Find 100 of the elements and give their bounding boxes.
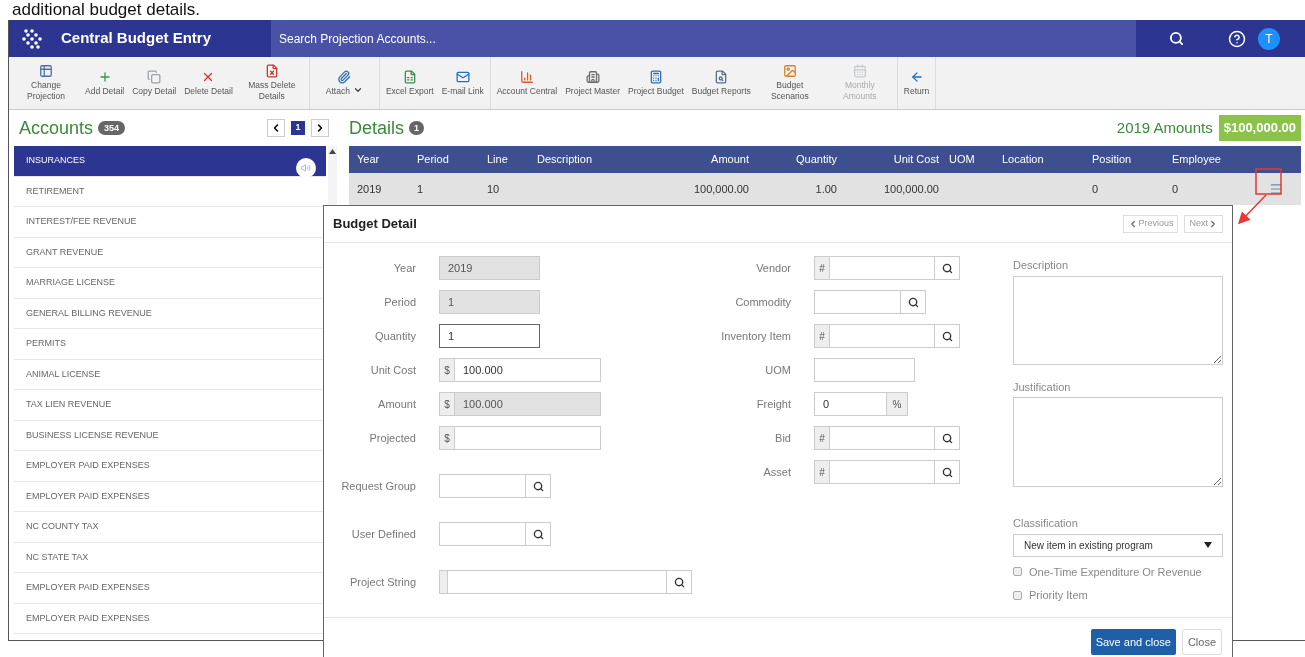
count-badge: 354	[98, 121, 126, 135]
search-icon	[532, 480, 544, 492]
picture-frame-icon	[782, 64, 797, 78]
table-cell-text: 0	[1171, 181, 1180, 197]
toolbar-button[interactable]: Mass Delete Details	[236, 57, 307, 109]
input-field[interactable]: 1	[439, 324, 540, 348]
arrow-left-icon	[909, 69, 924, 84]
search-button[interactable]	[900, 290, 926, 314]
search-button[interactable]	[934, 256, 960, 280]
copy-icon	[147, 69, 162, 84]
input-field[interactable]	[814, 358, 915, 382]
description-label: Description	[1013, 258, 1070, 273]
menu-icon[interactable]	[1269, 182, 1283, 196]
checkbox[interactable]	[1013, 567, 1022, 577]
field-label: Asset	[762, 464, 791, 480]
sound-icon[interactable]	[296, 157, 317, 178]
previous-page-button[interactable]	[267, 119, 285, 137]
input-addon: %	[886, 392, 908, 416]
field-label: Inventory Item	[720, 328, 791, 344]
toolbar-button[interactable]: Copy Detail	[128, 57, 181, 109]
bar-chart-icon	[519, 69, 534, 84]
field-label: User Defined	[350, 526, 416, 542]
table-cell-text: 100,000.00	[882, 181, 939, 197]
next-page-button[interactable]	[311, 119, 329, 137]
checkbox-label: One-Time Expenditure Or Revenue	[1029, 564, 1202, 580]
field-label: Request Group	[340, 478, 416, 494]
input-field[interactable]	[814, 290, 901, 314]
input-field[interactable]	[829, 460, 935, 484]
input-addon: #	[814, 426, 830, 450]
close-button[interactable]: Close	[1181, 629, 1222, 655]
input-field[interactable]	[829, 256, 935, 280]
field-label: Project String	[348, 574, 416, 590]
page-number[interactable]: 1	[291, 121, 305, 135]
justification-label: Justification	[1013, 379, 1072, 395]
table-row[interactable]: 2019 1 10 100,000.00 1.00 100,000.00 0 0	[349, 173, 1301, 205]
search-button[interactable]	[525, 474, 551, 498]
input-addon: $	[439, 392, 455, 416]
search-button[interactable]	[934, 460, 960, 484]
input-addon: #	[814, 460, 830, 484]
caption-text: additional budget details.	[11, 0, 202, 20]
dropdown-caret-icon	[1204, 542, 1212, 548]
checkbox[interactable]	[1013, 590, 1022, 600]
input-addon: #	[814, 256, 830, 280]
toolbar-button[interactable]: Budget Reports	[687, 57, 755, 109]
field-label: Vendor	[755, 260, 791, 276]
search-icon	[941, 466, 953, 478]
help-icon[interactable]	[1228, 29, 1246, 48]
toolbar-button[interactable]: Account Central	[492, 57, 562, 109]
search-button[interactable]	[666, 570, 692, 594]
description-field[interactable]	[1013, 275, 1223, 365]
input-field[interactable]	[439, 474, 526, 498]
field-label: Quantity	[374, 328, 416, 344]
toolbar-button[interactable]: E-mail Link	[437, 57, 488, 109]
file-cross-icon	[264, 64, 279, 78]
toolbar-button[interactable]: Excel Export	[381, 57, 438, 109]
toolbar-button[interactable]: Return	[899, 57, 934, 109]
input-field[interactable]	[447, 570, 667, 594]
dialog-title: Budget Detail	[333, 215, 418, 234]
toolbar-button[interactable]: Project Budget	[624, 57, 688, 109]
table-cell-text: 100,000.00	[692, 181, 749, 197]
search-button[interactable]	[934, 324, 960, 348]
search-icon[interactable]	[1169, 31, 1184, 46]
input-field[interactable]	[439, 522, 526, 546]
input-field[interactable]	[829, 426, 935, 450]
calculator-icon	[648, 69, 663, 84]
table-cell-text: 2019	[356, 181, 383, 197]
column-header: Employee	[1171, 152, 1222, 168]
toolbar-button[interactable]: Change Projection	[11, 57, 81, 109]
field-label: Projected	[368, 430, 416, 446]
search-button[interactable]	[934, 426, 960, 450]
paperclip-icon	[337, 69, 352, 84]
field-label: UOM	[764, 362, 791, 378]
save-and-close-button[interactable]: Save and close	[1090, 629, 1176, 655]
amount-total: $100,000.00	[1218, 115, 1301, 141]
toolbar-button[interactable]: Delete Detail	[180, 57, 237, 109]
spreadsheet-icon	[402, 69, 417, 84]
justification-field[interactable]	[1013, 397, 1223, 487]
toolbar-button[interactable]: Budget Scenarios	[754, 57, 825, 109]
input-field[interactable]: 0	[814, 392, 887, 416]
calendar-icon	[852, 64, 867, 78]
account-item[interactable]: INSURANCES	[14, 146, 327, 177]
classification-select[interactable]: New item in existing program	[1013, 533, 1223, 557]
highlight-frame	[1255, 168, 1282, 195]
search-button[interactable]	[525, 522, 551, 546]
scroll-up-icon[interactable]	[329, 149, 337, 154]
table-cell-text: 1	[416, 181, 425, 197]
table-cell-text: 1.00	[814, 181, 837, 197]
field-label: Amount	[377, 396, 416, 412]
toolbar-button[interactable]: Attach	[311, 57, 377, 109]
search-field[interactable]: Search Projection Accounts...	[271, 20, 1136, 57]
app-title: Central Budget Entry	[61, 28, 212, 49]
input-field[interactable]	[454, 426, 601, 450]
search-icon	[941, 262, 953, 274]
field-label: Unit Cost	[369, 362, 416, 378]
toolbar-button[interactable]: Add Detail	[81, 57, 129, 109]
field-label: Commodity	[734, 294, 791, 310]
annotation-arrow	[1237, 194, 1267, 225]
input-field[interactable]: 100.000	[454, 358, 601, 382]
input-field[interactable]	[829, 324, 935, 348]
toolbar-button[interactable]: Project Master	[561, 57, 624, 109]
